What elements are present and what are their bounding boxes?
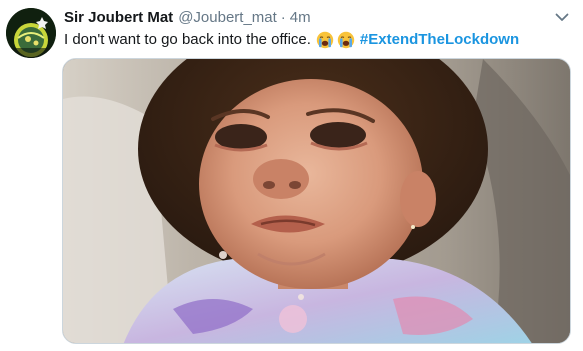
tweet-header: Sir Joubert Mat @Joubert_mat · 4m <box>64 8 311 28</box>
author-handle[interactable]: @Joubert_mat <box>178 8 277 28</box>
tweet-photo[interactable] <box>62 58 571 344</box>
avatar[interactable] <box>6 8 56 58</box>
author-name[interactable]: Sir Joubert Mat <box>64 8 173 28</box>
hashtag-link[interactable]: #ExtendTheLockdown <box>360 30 519 50</box>
chevron-down-icon[interactable] <box>553 10 571 24</box>
loudly-crying-face-icon <box>337 31 355 49</box>
tweet-text-content: I don't want to go back into the office. <box>64 31 311 48</box>
loudly-crying-face-icon <box>316 31 334 49</box>
tweet-text: I don't want to go back into the office. <box>64 30 519 50</box>
tweet[interactable]: Sir Joubert Mat @Joubert_mat · 4m I don'… <box>0 0 583 351</box>
separator-dot: · <box>280 9 286 26</box>
timestamp[interactable]: 4m <box>290 8 311 28</box>
emoji-group <box>313 31 355 49</box>
